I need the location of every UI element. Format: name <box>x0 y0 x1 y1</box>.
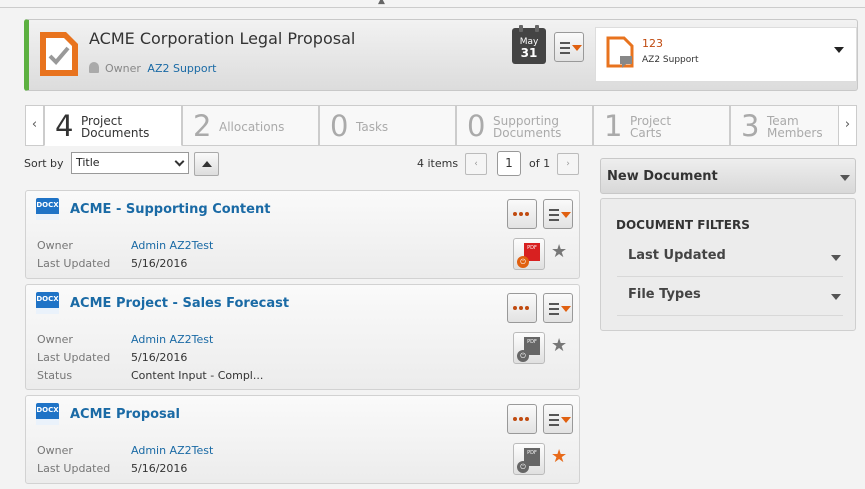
new-document-button[interactable]: New Document <box>600 158 856 194</box>
chevron-down-icon <box>840 175 850 181</box>
filters-title: DOCUMENT FILTERS <box>616 218 750 232</box>
document-title-link[interactable]: ACME Proposal <box>70 407 180 422</box>
pdf-convert-button[interactable]: PDF ⏻ <box>513 332 545 364</box>
page-body: ACME Corporation Legal Proposal Owner AZ… <box>0 8 865 489</box>
tab-label: Tasks <box>356 120 389 134</box>
chevron-down-icon <box>831 294 841 300</box>
tab-next-button[interactable]: › <box>838 105 857 146</box>
tab-tasks[interactable]: 0 Tasks <box>319 105 456 146</box>
calendar-day: 31 <box>520 46 538 60</box>
document-menu-button[interactable] <box>543 199 573 229</box>
tab-label: Project Carts <box>630 114 672 140</box>
person-icon <box>89 62 99 73</box>
tab-bar: ‹ 4 Project Documents 2 Allocations 0 Tas… <box>25 105 857 146</box>
menu-icon <box>560 42 582 57</box>
panel-number: 123 <box>642 37 663 50</box>
document-title-link[interactable]: ACME - Supporting Content <box>70 202 270 217</box>
document-card[interactable]: DOCX ACME - Supporting Content Owner Admi… <box>25 190 580 279</box>
page-number-input[interactable]: 1 <box>497 151 521 176</box>
header-menu-button[interactable] <box>554 32 584 62</box>
chevron-down-icon <box>831 255 841 261</box>
menu-icon <box>549 414 571 429</box>
tab-project-carts[interactable]: 1 Project Carts <box>593 105 730 146</box>
calendar-icon[interactable]: May 31 <box>512 25 546 64</box>
pdf-convert-button[interactable]: PDF ⏻ <box>513 238 545 270</box>
star-icon[interactable]: ★ <box>551 337 567 355</box>
document-title-link[interactable]: ACME Project - Sales Forecast <box>70 296 289 311</box>
document-comment-icon <box>606 36 634 68</box>
sort-direction-button[interactable] <box>194 152 219 176</box>
tab-count: 4 <box>55 109 74 143</box>
project-document-icon <box>40 32 78 76</box>
docx-file-icon: DOCX <box>36 403 59 425</box>
header-info-panel[interactable]: 123 AZ2 Support <box>595 27 857 82</box>
sort-label: Sort by <box>24 157 64 170</box>
prev-page-button[interactable]: ‹ <box>465 153 487 175</box>
document-menu-button[interactable] <box>543 404 573 434</box>
docx-file-icon: DOCX <box>36 292 59 314</box>
more-actions-button[interactable] <box>507 199 537 229</box>
document-filters-panel: DOCUMENT FILTERS Last Updated File Types <box>600 198 856 331</box>
owner-link[interactable]: Admin AZ2Test <box>131 333 213 346</box>
sort-toolbar: Sort by Title 4 items ‹ 1 of 1 › <box>24 151 580 177</box>
project-title: ACME Corporation Legal Proposal <box>89 29 356 48</box>
collapse-caret-icon[interactable]: ▲ <box>378 0 385 6</box>
document-card[interactable]: DOCX ACME Project - Sales Forecast Owner… <box>25 284 580 390</box>
star-icon[interactable]: ★ <box>551 243 567 261</box>
ellipsis-icon <box>513 306 531 310</box>
items-count: 4 items <box>417 157 459 170</box>
sort-select[interactable]: Title <box>71 152 189 174</box>
document-card[interactable]: DOCX ACME Proposal Owner Admin AZ2Test La… <box>25 395 580 484</box>
tab-count: 0 <box>330 109 349 143</box>
tab-label: Project Documents <box>81 114 150 140</box>
page-total: of 1 <box>529 157 551 170</box>
power-icon: ⏻ <box>517 350 529 362</box>
document-menu-button[interactable] <box>543 293 573 323</box>
project-owner: Owner AZ2 Support <box>89 62 216 75</box>
tab-count: 2 <box>193 109 212 143</box>
more-actions-button[interactable] <box>507 293 537 323</box>
tab-label: Supporting Documents <box>493 114 562 140</box>
arrow-up-icon <box>202 161 212 167</box>
pdf-convert-button[interactable]: PDF ⏻ <box>513 443 545 475</box>
calendar-ring <box>519 25 523 32</box>
tab-count: 3 <box>741 109 760 143</box>
filter-last-updated[interactable]: Last Updated <box>617 239 843 277</box>
owner-link[interactable]: AZ2 Support <box>147 62 216 75</box>
menu-icon <box>549 303 571 318</box>
owner-label: Owner <box>105 62 141 75</box>
ellipsis-icon <box>513 212 531 216</box>
tab-count: 1 <box>604 109 623 143</box>
power-icon: ⏻ <box>517 256 529 268</box>
power-icon: ⏻ <box>517 461 529 473</box>
top-splitter[interactable]: ▲ <box>0 0 865 8</box>
project-header: ACME Corporation Legal Proposal Owner AZ… <box>24 19 858 91</box>
tab-label: Allocations <box>219 120 285 134</box>
tab-team-members[interactable]: 3 Team Members <box>730 105 839 146</box>
docx-file-icon: DOCX <box>36 198 59 220</box>
owner-link[interactable]: Admin AZ2Test <box>131 444 213 457</box>
tab-prev-button[interactable]: ‹ <box>25 105 44 146</box>
star-icon[interactable]: ★ <box>551 448 567 466</box>
owner-link[interactable]: Admin AZ2Test <box>131 239 213 252</box>
tab-allocations[interactable]: 2 Allocations <box>182 105 319 146</box>
panel-user: AZ2 Support <box>642 55 699 65</box>
tab-project-documents[interactable]: 4 Project Documents <box>44 105 182 146</box>
menu-icon <box>549 209 571 224</box>
calendar-ring <box>535 25 539 32</box>
next-page-button[interactable]: › <box>557 153 579 175</box>
filter-file-types[interactable]: File Types <box>617 278 843 316</box>
new-document-label: New Document <box>607 169 718 184</box>
chevron-down-icon <box>174 156 185 167</box>
more-actions-button[interactable] <box>507 404 537 434</box>
ellipsis-icon <box>513 417 531 421</box>
sort-value: Title <box>76 156 100 169</box>
tab-supporting-documents[interactable]: 0 Supporting Documents <box>456 105 593 146</box>
panel-dropdown-icon[interactable] <box>834 47 844 53</box>
tab-count: 0 <box>467 109 486 143</box>
